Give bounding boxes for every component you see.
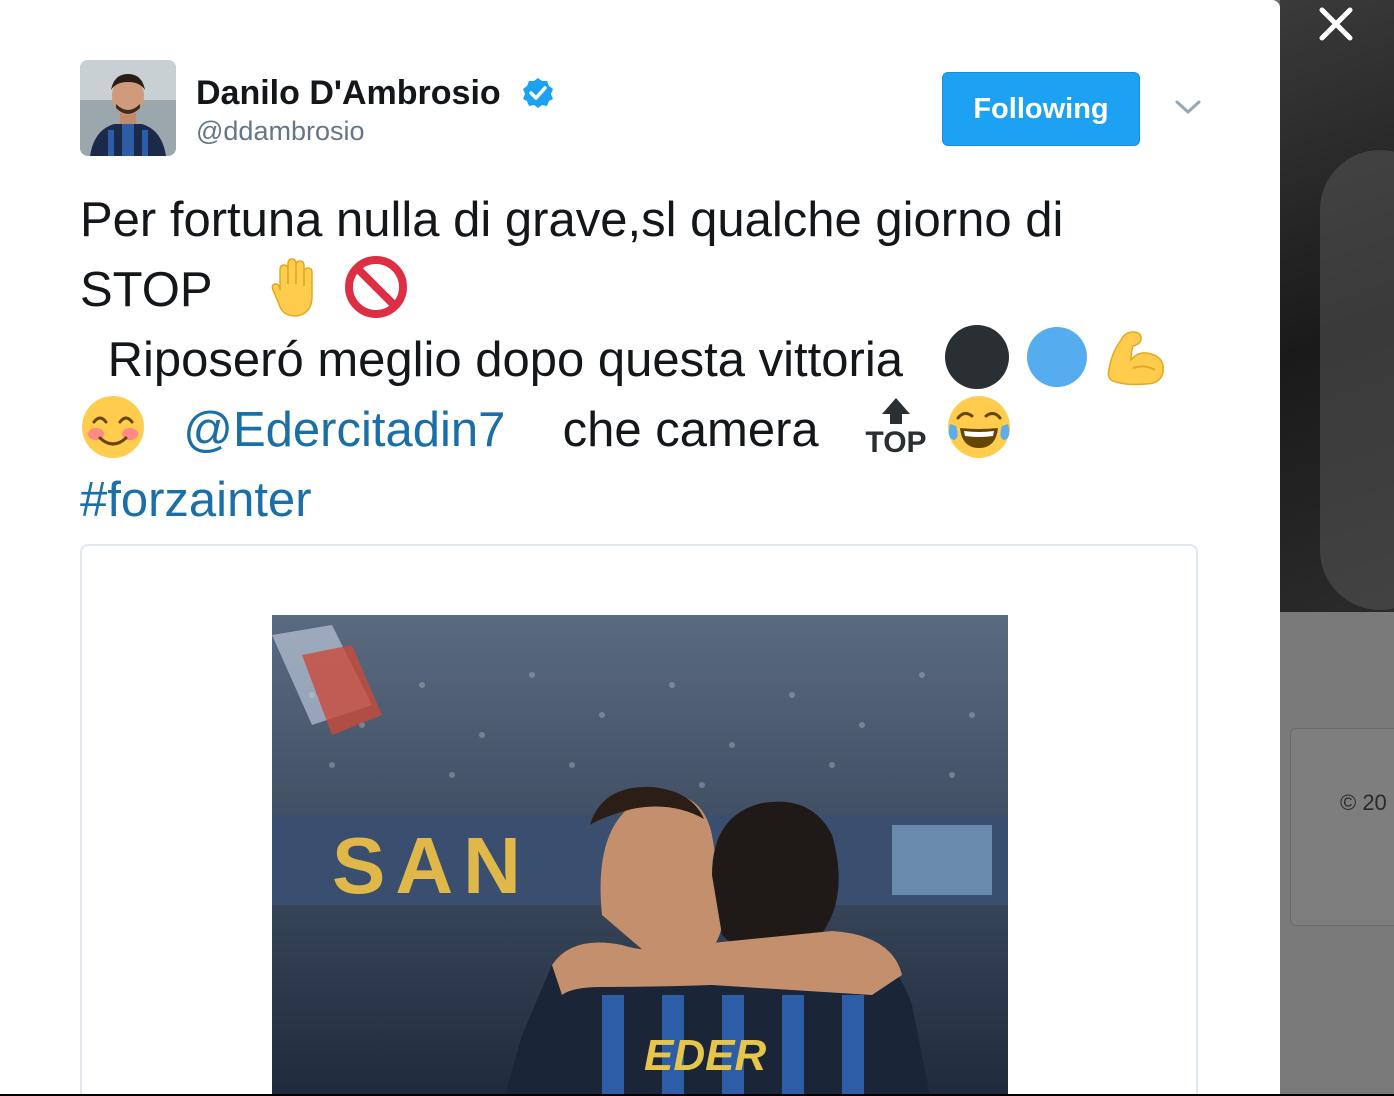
tweet-text-line-5: #forzainter: [80, 465, 1200, 535]
chevron-down-icon[interactable]: [1172, 96, 1204, 118]
following-button[interactable]: Following: [942, 72, 1140, 146]
tweet-text: Per fortuna nulla di grave,sl qualche gi…: [80, 185, 1200, 535]
verified-badge-icon: [522, 77, 554, 109]
mention-link[interactable]: @Edercitadin7: [183, 403, 505, 457]
no-entry-sign-emoji: [343, 254, 409, 320]
hashtag-link[interactable]: #forzainter: [80, 473, 312, 527]
jersey-text: EDER: [644, 1031, 766, 1080]
blue-circle-emoji: [1024, 324, 1090, 390]
tweet-modal: Danilo D'Ambrosio @ddambrosio Following …: [0, 0, 1280, 1094]
tweet-text-segment: Riposeró meglio dopo questa vittoria: [107, 333, 903, 387]
banner-text: SAN: [332, 821, 531, 910]
background-copyright: © 20: [1340, 790, 1387, 815]
tweet-photo[interactable]: SAN EDER: [272, 615, 1008, 1094]
author-name[interactable]: Danilo D'Ambrosio: [196, 74, 501, 113]
stop-text: STOP: [80, 263, 212, 317]
black-circle-emoji: [944, 324, 1010, 390]
tears-of-joy-emoji: [946, 394, 1012, 460]
avatar[interactable]: [80, 60, 176, 156]
background-footer-card: [1290, 728, 1394, 926]
tweet-text-line-3: Riposeró meglio dopo questa vittoria: [80, 325, 1200, 395]
top-arrow-emoji: TOP: [860, 394, 932, 460]
close-icon[interactable]: [1314, 2, 1358, 46]
tweet-text-segment: che camera: [562, 403, 819, 457]
top-emoji-label: TOP: [865, 426, 926, 459]
flexed-biceps-emoji: [1103, 324, 1169, 390]
author-handle[interactable]: @ddambrosio: [196, 116, 365, 147]
tweet-text-line-4: @Edercitadin7 che camera TOP: [80, 395, 1200, 465]
tweet-text-line-1: Per fortuna nulla di grave,sl qualche gi…: [80, 193, 1064, 247]
raised-hand-emoji: [263, 254, 329, 320]
background-profile-photo: [1280, 0, 1394, 612]
smiling-face-emoji: [80, 394, 146, 460]
tweet-text-line-2: STOP: [80, 255, 1200, 325]
